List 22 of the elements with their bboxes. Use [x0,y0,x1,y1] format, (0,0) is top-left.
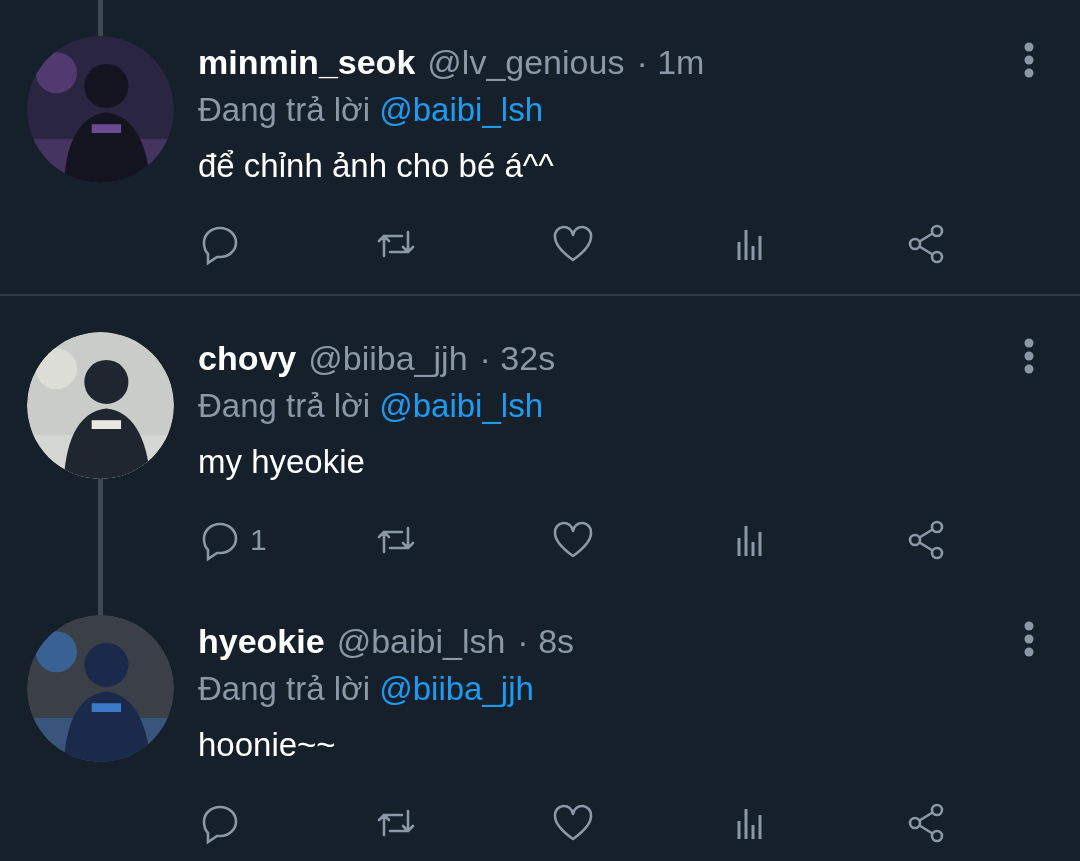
more-icon[interactable] [1024,338,1034,374]
display-name[interactable]: chovy [198,334,297,382]
mention-link[interactable]: @baibi_lsh [379,91,543,128]
display-name[interactable]: minmin_seok [198,38,416,86]
user-handle: @lv_genious [427,42,625,83]
more-icon[interactable] [1024,621,1034,657]
tweet-text: my hyeokie [198,442,366,482]
tweet-text: hoonie~~ [198,725,337,765]
reply-count: 1 [250,523,267,557]
timestamp: · 8s [517,621,575,662]
mention-link[interactable]: @baibi_lsh [379,387,543,424]
display-name[interactable]: hyeokie [198,617,325,665]
reply-context: Đang trả lời @baibi_lsh [198,386,544,426]
timestamp: · 1m [636,42,705,83]
tweet-text: để chỉnh ảnh cho bé á^^ [198,146,555,186]
timestamp: · 32s [479,338,556,379]
reply-context: Đang trả lời @baibi_lsh [198,90,544,130]
more-icon[interactable] [1024,42,1034,78]
user-handle: @baibi_lsh [336,621,506,662]
user-handle: @biiba_jjh [308,338,468,379]
mention-link[interactable]: @biiba_jjh [379,670,534,707]
reply-context: Đang trả lời @biiba_jjh [198,669,535,709]
